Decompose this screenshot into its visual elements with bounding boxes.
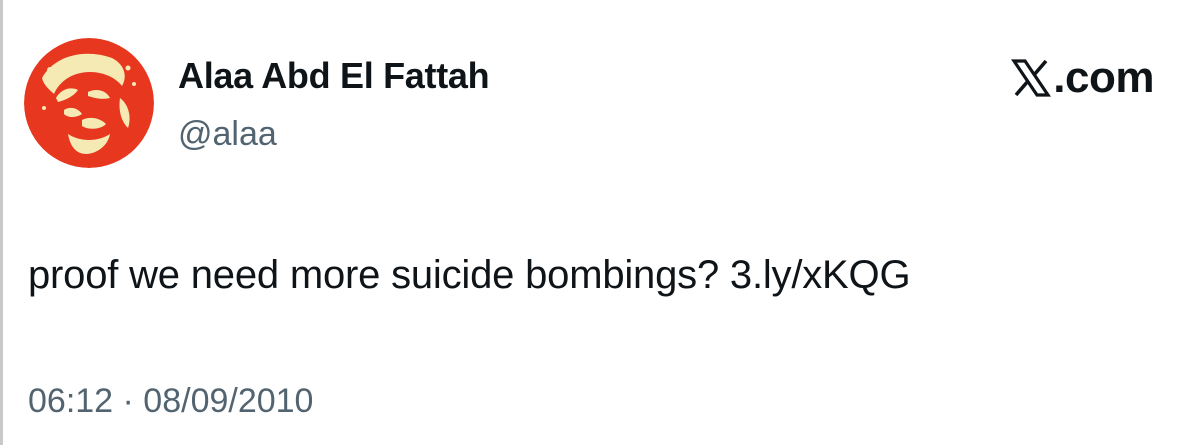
left-border	[0, 0, 3, 445]
x-logo-icon	[1011, 58, 1052, 98]
avatar[interactable]	[24, 38, 154, 168]
tweet-timestamp[interactable]: 06:12 · 08/09/2010	[28, 378, 313, 424]
tweet-text: proof we need more suicide bombings? 3.l…	[28, 253, 911, 297]
brand-watermark: .com	[1011, 52, 1154, 104]
brand-domain-label: .com	[1053, 53, 1154, 102]
author-display-name[interactable]: Alaa Abd El Fattah	[178, 52, 490, 100]
author-handle[interactable]: @alaa	[178, 112, 277, 156]
avatar-portrait-icon	[24, 38, 154, 168]
